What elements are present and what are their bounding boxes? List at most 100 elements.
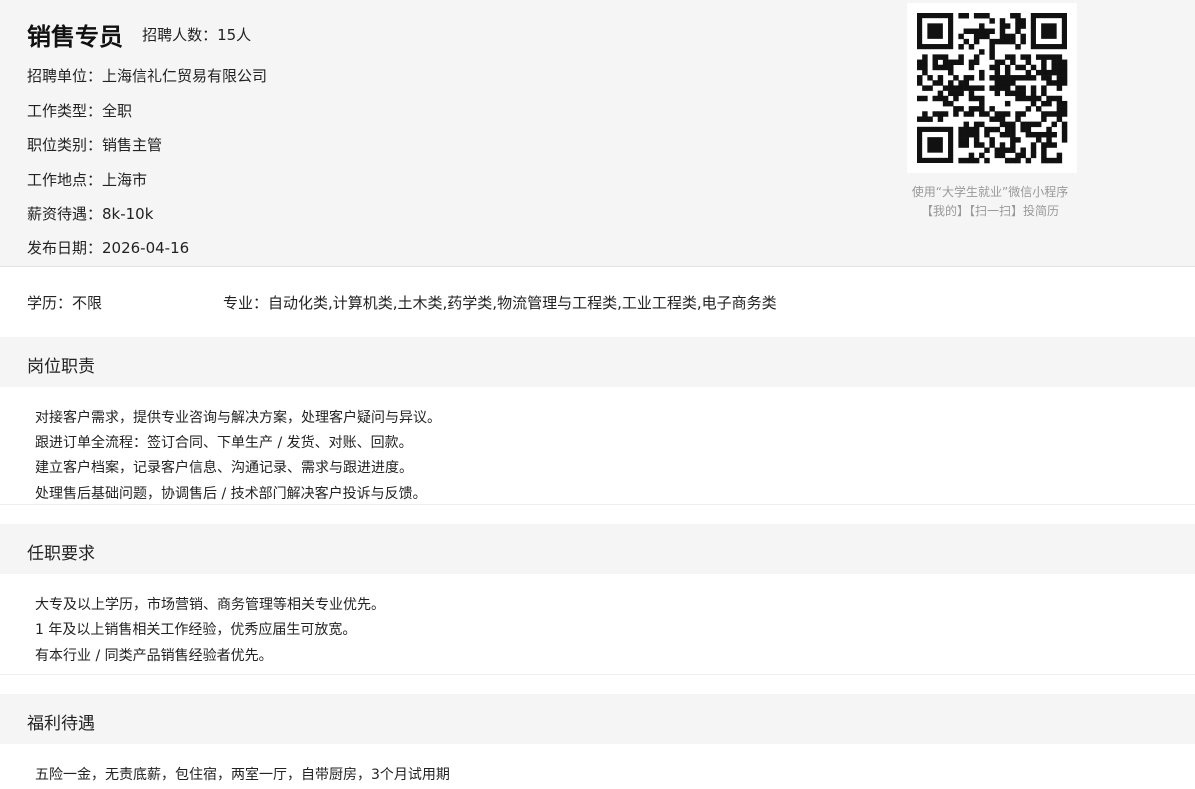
qr-module: [1051, 121, 1057, 128]
qr-module: [1010, 126, 1016, 133]
qr-module: [1041, 142, 1047, 148]
qr-module: [979, 28, 985, 34]
qr-module: [999, 38, 1006, 45]
qr-module: [1025, 75, 1032, 81]
qr-module: [1056, 152, 1063, 159]
qr-module: [973, 106, 980, 112]
qr-module: [932, 64, 938, 71]
qr-module: [932, 95, 938, 102]
qr-module: [937, 90, 944, 97]
qr-module: [1061, 64, 1068, 71]
qr-module: [942, 59, 949, 66]
qr-module: [1035, 106, 1042, 112]
qr-module: [973, 131, 980, 138]
qr-module: [1030, 90, 1037, 97]
qualifications-heading: 任职要求: [27, 544, 95, 564]
qr-module: [1030, 95, 1037, 102]
qr-module: [968, 126, 975, 133]
duties-body: 对接客户需求，提供专业咨询与解决方案，处理客户疑问与异议。 跟进订单全流程：签订…: [0, 387, 1195, 505]
qr-module: [1041, 152, 1047, 159]
qr-module: [1020, 111, 1026, 117]
qr-module: [994, 116, 1001, 122]
qr-module: [1056, 69, 1063, 76]
qr-module: [1035, 54, 1042, 60]
qr-module: [994, 111, 1001, 117]
qr-module: [1004, 126, 1011, 133]
qr-module: [999, 28, 1006, 34]
qr-module: [1051, 157, 1057, 164]
qualifications-heading-bar: 任职要求: [0, 524, 1195, 574]
qr-module: [968, 95, 975, 102]
qr-module: [1010, 54, 1016, 60]
qr-module: [1004, 54, 1011, 60]
qr-module: [948, 85, 954, 91]
qr-module: [1004, 90, 1011, 97]
qr-module: [1015, 18, 1021, 24]
qr-module: [937, 54, 944, 60]
qr-module: [989, 38, 995, 45]
qr-module: [963, 111, 970, 117]
qr-module: [1020, 54, 1026, 60]
qr-module: [1004, 85, 1011, 91]
qr-module: [963, 85, 970, 91]
qr-module: [1020, 75, 1026, 81]
qr-module: [1061, 100, 1068, 107]
qr-module: [963, 80, 970, 86]
qr-module: [994, 147, 1001, 153]
qr-module: [963, 38, 970, 45]
qr-module: [922, 95, 928, 102]
qr-module: [1020, 33, 1026, 40]
qr-module: [958, 80, 964, 86]
qr-module: [989, 137, 995, 143]
qr-module: [973, 126, 980, 133]
qr-module: [1025, 54, 1032, 60]
qr-module: [1056, 80, 1063, 86]
qr-module: [963, 13, 970, 19]
qr-module: [942, 54, 949, 60]
qr-module: [973, 137, 980, 143]
qr-module: [927, 116, 933, 122]
qr-module: [1020, 90, 1026, 97]
qr-module: [979, 23, 985, 29]
qr-module: [1061, 69, 1068, 76]
qr-module: [984, 157, 990, 164]
qr-module: [1061, 75, 1068, 81]
qr-module: [973, 38, 980, 45]
qr-module: [958, 137, 964, 143]
qr-module: [979, 142, 985, 148]
qr-module: [1004, 111, 1011, 117]
qr-module: [1025, 121, 1032, 128]
duty-line: 处理售后基础问题，协调售后 / 技术部门解决客户投诉与反馈。: [35, 486, 427, 502]
qr-finder-core: [1041, 23, 1057, 39]
qr-module: [963, 157, 970, 164]
qr-module: [942, 111, 949, 117]
qr-module: [994, 80, 1001, 86]
qr-code-graphic: [907, 3, 1077, 173]
qr-module: [1010, 80, 1016, 86]
qr-module: [968, 111, 975, 117]
job-title: 销售专员: [27, 23, 123, 51]
qr-module: [1015, 23, 1021, 29]
qr-module: [1015, 90, 1021, 97]
qr-module: [979, 100, 985, 107]
qr-module: [1051, 69, 1057, 76]
qr-module: [922, 59, 928, 66]
qr-module: [989, 75, 995, 81]
qr-module: [984, 131, 990, 138]
qr-module: [1041, 147, 1047, 153]
qr-module: [1025, 95, 1032, 102]
duty-line: 跟进订单全流程：签订合同、下单生产 / 发货、对账、回款。: [35, 435, 413, 451]
qr-module: [1046, 126, 1052, 133]
qr-module: [1030, 131, 1037, 138]
qr-module: [922, 64, 928, 71]
qr-caption-line-1: 使用“大学生就业”微信小程序: [911, 185, 1069, 199]
qr-module: [1056, 54, 1063, 60]
qr-caption-line-2: 【我的】【扫一扫】投简历: [920, 204, 1059, 218]
qr-module: [922, 111, 928, 117]
qr-module: [1010, 131, 1016, 138]
qr-finder-core: [927, 137, 943, 153]
qr-module: [953, 106, 959, 112]
qr-module: [1035, 121, 1042, 128]
qr-module: [984, 111, 990, 117]
qr-module: [968, 59, 975, 66]
